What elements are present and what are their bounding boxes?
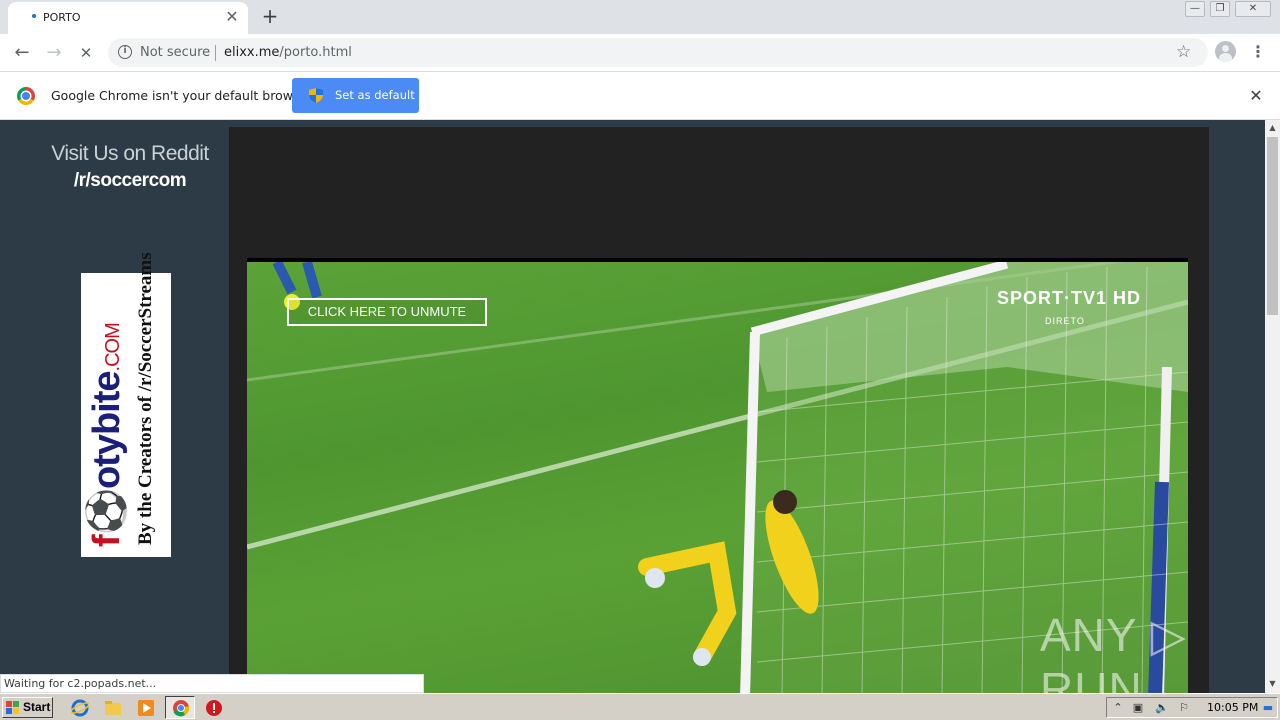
page-scrollbar[interactable]: ▲ ▼: [1265, 120, 1280, 693]
ad-brand-suffix: .COM: [102, 323, 124, 372]
show-desktop-icon[interactable]: ▬: [1261, 701, 1275, 715]
address-separator: [215, 45, 216, 61]
scroll-up-arrow-icon[interactable]: ▲: [1265, 120, 1280, 135]
security-label: Not secure: [140, 45, 211, 60]
loading-spinner-icon: [32, 14, 36, 18]
infobar-message: Google Chrome isn't your default browser: [51, 88, 313, 103]
set-as-default-button[interactable]: Set as default: [292, 78, 419, 113]
scroll-thumb[interactable]: [1267, 137, 1278, 315]
bookmark-star-icon[interactable]: ☆: [1176, 42, 1191, 62]
system-tray: ⌃ ▣ 🔈 ⚐ 10:05 PM ▬: [1106, 697, 1278, 718]
broadcaster-logo: SPORT·TV1 HD: [997, 288, 1142, 308]
windows-taskbar: Start ⌃ ▣ 🔈 ⚐ 10:05 PM ▬: [0, 693, 1280, 720]
minimize-button[interactable]: —: [1185, 1, 1205, 17]
default-browser-infobar: Google Chrome isn't your default browser…: [0, 72, 1280, 120]
url-host: elixx.me: [224, 45, 280, 60]
tray-expand-icon[interactable]: ⌃: [1111, 701, 1125, 715]
stop-alert-icon[interactable]: [205, 699, 223, 717]
file-explorer-icon[interactable]: [104, 699, 122, 717]
ad-tagline: By the Creators of /r/SoccerStreams: [135, 252, 156, 545]
tab-strip: PORTO ✕ + — ❐ ✕: [0, 0, 1280, 34]
reddit-promo-heading[interactable]: Visit Us on Reddit: [0, 142, 260, 166]
windows-flag-icon: [6, 701, 19, 714]
ad-brand-main: ⚽otybite: [86, 371, 128, 536]
restore-button[interactable]: ❐: [1210, 1, 1230, 17]
taskbar-chrome-active[interactable]: [165, 696, 195, 719]
ad-brand-prefix: f: [86, 535, 128, 547]
status-bubble: Waiting for c2.popads.net...: [0, 674, 424, 693]
url-text: elixx.me/porto.html: [224, 45, 352, 60]
start-label: Start: [23, 700, 51, 714]
action-center-flag-icon[interactable]: ⚐: [1177, 701, 1191, 715]
back-button[interactable]: ←: [10, 41, 34, 65]
window-close-button[interactable]: ✕: [1235, 1, 1271, 17]
tab-title: PORTO: [43, 11, 81, 24]
new-tab-button[interactable]: +: [258, 4, 282, 28]
infobar-close-button[interactable]: ✕: [1246, 86, 1266, 106]
uac-shield-icon: [309, 88, 323, 103]
ad-brand: f⚽otybite.COM: [85, 323, 129, 547]
forward-button[interactable]: →: [42, 41, 66, 65]
url-path: /porto.html: [279, 45, 352, 60]
broadcaster-live-label: DIRETO: [1045, 316, 1085, 326]
chrome-taskbar-icon: [173, 700, 190, 717]
taskbar-clock[interactable]: 10:05 PM: [1207, 701, 1258, 714]
browser-tab[interactable]: PORTO ✕: [8, 2, 248, 34]
set-as-default-label: Set as default: [335, 88, 415, 102]
media-player-icon[interactable]: [137, 699, 155, 717]
unmute-button[interactable]: CLICK HERE TO UNMUTE: [287, 298, 487, 326]
start-button[interactable]: Start: [2, 697, 53, 718]
network-icon[interactable]: ▣: [1131, 701, 1145, 715]
browser-menu-icon[interactable]: ⋮: [1250, 41, 1266, 63]
chrome-logo-icon: [17, 87, 35, 105]
footybite-ad-banner[interactable]: f⚽otybite.COM By the Creators of /r/Socc…: [81, 252, 171, 557]
address-bar[interactable]: i Not secure elixx.me/porto.html ☆: [108, 38, 1208, 67]
volume-icon[interactable]: 🔈: [1155, 701, 1169, 715]
browser-toolbar: ← → ✕ i Not secure elixx.me/porto.html ☆: [0, 34, 1280, 72]
internet-explorer-icon[interactable]: [71, 699, 89, 717]
tab-close-button[interactable]: ✕: [224, 8, 240, 26]
scroll-down-arrow-icon[interactable]: ▼: [1265, 676, 1280, 691]
info-icon[interactable]: i: [118, 45, 132, 59]
reddit-subreddit-link[interactable]: /r/soccercom: [0, 170, 260, 192]
stop-loading-button[interactable]: ✕: [74, 41, 98, 65]
ad-banner-content: f⚽otybite.COM By the Creators of /r/Socc…: [81, 252, 171, 555]
account-avatar-icon[interactable]: [1215, 41, 1236, 62]
